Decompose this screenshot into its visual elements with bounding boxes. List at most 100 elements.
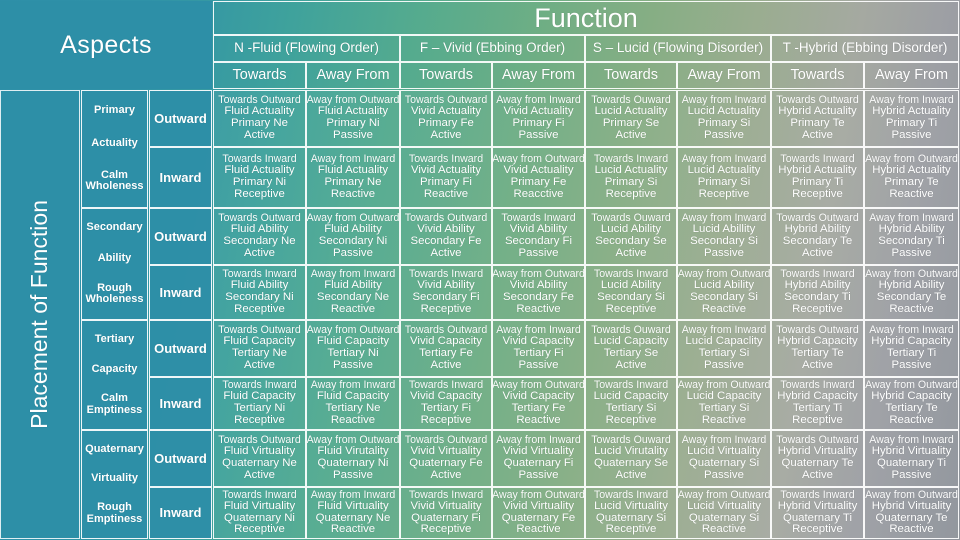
table-cell-r4-c6: Away from Outward Lucid Ability Secondary … [677, 265, 771, 320]
cell-line-4: Passive [333, 468, 373, 481]
table-cell-r5-c3: Towards Outward Vivid Capacity Tertiary Fe… [400, 320, 492, 377]
direction-header-label: Away From [501, 66, 576, 83]
function-header-2: F – Vivid (Ebbing Order) [400, 35, 585, 62]
table-cell-r5-c7: Towards Outward Hybrid Capacity Tertiary T… [771, 320, 864, 377]
cell-line-4: Reactive [889, 413, 934, 426]
table-cell-r3-c4: Towards Inward Vivid Ability Secondary Fi P… [492, 208, 585, 265]
cell-line-1: Away from Inward [869, 94, 954, 107]
cell-line-4: Reactive [889, 523, 934, 536]
table-cell-r2-c1: Towards Inward Fluid Actuality Primary Ni R… [213, 147, 306, 208]
direction-header-1: Towards [213, 62, 306, 89]
table-cell-r5-c2: Away from Outward Fluid Capacity Tertiary … [306, 320, 400, 377]
table-cell-r6-c6: Away from Outward Lucid Capacity Tertiary … [677, 377, 771, 430]
cell-line-1: Away from Outward [306, 434, 400, 447]
cell-line-1: Towards Inward [593, 153, 669, 166]
cell-line-4: Passive [333, 358, 373, 371]
cell-line-4: Active [430, 468, 462, 481]
cell-line-4: Reactive [516, 302, 561, 315]
row-direction-8: Inward [149, 487, 212, 539]
cell-line-1: Towards Ouward [591, 434, 671, 447]
cell-line-1: Towards Outward [218, 94, 301, 107]
table-cell-r4-c7: Towards Inward Hybrid Ability Secondary Ti… [771, 265, 864, 320]
table-cell-r1-c5: Towards Ouward Lucid Actuality Primary Se A… [585, 90, 677, 147]
cell-line-4: Receptive [605, 187, 657, 200]
cell-line-4: Reactive [330, 413, 376, 426]
table-cell-r3-c3: Towards Outward Vivid Ability Secondary Fe… [400, 208, 492, 265]
table-cell-r4-c4: Away from Outward Vivid Ability Secondary … [492, 265, 585, 320]
cell-line-4: Receptive [698, 187, 750, 200]
cell-line-2: Lucid Virtuality [594, 499, 668, 512]
table-cell-r6-c4: Away from Outward Vivid Capacity Tertiary … [492, 377, 585, 430]
table-cell-r8-c3: Towards Inward Vivid Virtuality Quaternary… [400, 487, 492, 539]
cell-line-1: Towards Inward [408, 488, 484, 501]
row-direction-label: Inward [159, 169, 202, 185]
cell-line-1: Towards Outward [218, 324, 301, 337]
cell-line-4: Active [801, 358, 834, 371]
cell-line-4: Reactive [701, 523, 747, 536]
aspect-group-3: Tertiary Capacity Calm Emptiness [81, 320, 148, 430]
cell-line-4: Passive [891, 128, 932, 141]
cell-line-4: Active [615, 468, 647, 481]
table-cell-r1-c6: Away from Inward Lucid Actuality Primary S… [677, 90, 771, 147]
cell-line-1: Towards Outward [404, 324, 488, 337]
cell-line-4: Receptive [234, 523, 285, 536]
table-cell-r3-c6: Away from Inward Lucid Abillity Secondary … [677, 208, 771, 265]
row-direction-4: Inward [149, 265, 212, 320]
table-cell-r2-c4: Away from Outward Vivid Actuality Primary … [492, 147, 585, 208]
table-cell-r8-c6: Away from Outward Lucid Virtuality Quatern… [677, 487, 771, 539]
row-direction-label: Outward [154, 340, 207, 356]
cell-line-1: Away from Inward [681, 212, 767, 225]
cell-line-1: Towards Inward [222, 488, 297, 501]
table-cell-r6-c1: Towards Inward Fluid Capacity Tertiary Ni R… [213, 377, 306, 430]
aspect-group-4: Quaternary Virtuality Rough Emptiness [81, 430, 148, 539]
function-header-title: Function [213, 1, 959, 35]
table-cell-r6-c5: Towards Inward Lucid Capacity Tertiary Si R… [585, 377, 677, 430]
cell-line-1: Towards Outward [776, 94, 859, 107]
row-direction-label: Inward [159, 284, 202, 300]
cell-line-4: Receptive [420, 413, 472, 426]
table-cell-r6-c7: Towards Inward Hybrid Capacity Tertiary Ti… [771, 377, 864, 430]
cell-line-1: Towards Outward [404, 434, 488, 447]
cell-line-1: Towards Outward [776, 212, 859, 225]
cell-line-1: Towards Inward [780, 268, 855, 281]
table-cell-r5-c6: Away from Inward Lucid Capaclity Tertiary … [677, 320, 771, 377]
cell-line-4: Receptive [605, 523, 657, 536]
placement-of-function-text: Placement of Function [26, 200, 53, 429]
cell-line-4: Reactive [330, 187, 376, 200]
cell-line-4: Active [801, 468, 834, 481]
cell-line-4: Receptive [792, 302, 843, 315]
table-cell-r8-c1: Towards Inward Fluid Virtuality Quaternary… [213, 487, 306, 539]
direction-header-6: Away From [677, 62, 771, 89]
cell-line-1: Away from Outward [306, 324, 400, 337]
cell-line-1: Towards Inward [408, 268, 484, 281]
cell-line-1: Away from Inward [869, 212, 954, 225]
function-header-4: T -Hybrid (Ebbing Disorder) [771, 35, 959, 62]
cell-line-1: Towards Outward [776, 324, 859, 337]
row-direction-5: Outward [149, 320, 212, 377]
aspect-quality: Rough Emptiness [87, 501, 143, 525]
row-direction-3: Outward [149, 208, 212, 265]
table-cell-r1-c1: Towards Outward Fluid Actuality Primary Ne… [213, 90, 306, 147]
cell-line-1: Away from Inward [496, 94, 581, 107]
cell-line-4: Passive [704, 246, 744, 259]
row-direction-7: Outward [149, 430, 212, 487]
cell-line-1: Away from Outward [865, 488, 958, 501]
row-direction-6: Inward [149, 377, 212, 430]
row-direction-label: Inward [159, 395, 202, 411]
aspect-quality: Calm Wholeness [85, 169, 143, 193]
table-cell-r1-c7: Towards Outward Hybrid Actuality Primary T… [771, 90, 864, 147]
cell-line-4: Reactive [330, 302, 376, 315]
cell-line-4: Reactive [423, 187, 469, 200]
cell-line-4: Active [243, 468, 276, 481]
cell-line-4: Passive [704, 468, 744, 481]
cell-line-1: Towards Inward [780, 153, 855, 166]
cell-line-4: Reactive [701, 413, 747, 426]
cell-line-1: Away from Outward [492, 153, 585, 166]
table-cell-r7-c1: Towards Outward Fluid Virtuality Quaternar… [213, 430, 306, 487]
cell-line-2: Vivid Virtuality [410, 499, 482, 512]
table-cell-r4-c8: Away from Outward Hybrid Ability Secondary… [864, 265, 959, 320]
cell-line-4: Reactive [701, 302, 747, 315]
function-header-label: N -Fluid (Flowing Order) [234, 40, 379, 56]
aspect-rank: Primary [94, 104, 135, 117]
cell-line-1: Away from Inward [869, 434, 954, 447]
